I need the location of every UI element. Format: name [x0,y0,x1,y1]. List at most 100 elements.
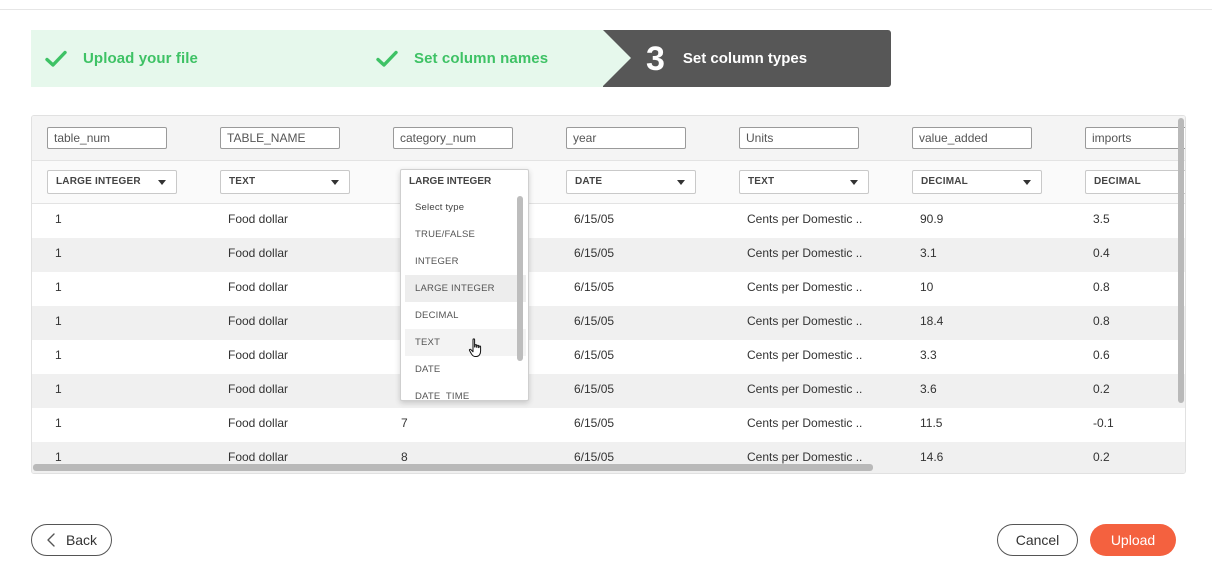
table-cell: 3.6 [920,382,937,396]
caret-down-icon [331,180,339,185]
stepper-arrow [603,30,631,86]
column-name-input[interactable]: imports [1085,127,1185,149]
dropdown-option[interactable]: DECIMAL [405,302,526,329]
table-cell: 3.1 [920,246,937,260]
column-type-select[interactable]: DATE [566,170,696,194]
step-upload-file: Upload your file [45,30,198,87]
table-row: 1 Food dollar 6/15/05 Cents per Domestic… [32,374,1185,408]
table-cell: 11.5 [920,416,943,430]
table-cell: 0.8 [1093,314,1110,328]
table-cell: Food dollar [228,212,289,226]
table-row: 1 Food dollar 6/15/05 Cents per Domestic… [32,272,1185,306]
column-type-select[interactable]: DECIMAL [1085,170,1185,194]
cancel-button[interactable]: Cancel [997,524,1078,556]
table-cell: 1 [55,348,62,362]
table-cell: Food dollar [228,314,289,328]
table-cell: 3.3 [920,348,937,362]
table-cell: Food dollar [228,246,289,260]
column-type-select[interactable]: DECIMAL [912,170,1042,194]
step-label: Set column types [682,50,808,67]
dropdown-option[interactable]: DATE_TIME [405,383,526,400]
table-cell: 1 [55,382,62,396]
table-cell: 6/15/05 [574,416,615,430]
table-cell: 3.5 [1093,212,1110,226]
table-cell: 6/15/05 [574,348,615,362]
back-button[interactable]: Back [31,524,112,556]
upload-button[interactable]: Upload [1090,524,1176,556]
table-cell: Food dollar [228,348,289,362]
select-value: LARGE INTEGER [56,176,141,187]
dropdown-option[interactable]: DATE [405,356,526,383]
table-row: 1 Food dollar 7 6/15/05 Cents per Domest… [32,408,1185,442]
table-cell: 1 [55,246,62,260]
column-name-input[interactable]: table_num [47,127,167,149]
import-stepper: Upload your file Set column names 3 Set … [31,30,891,87]
chevron-left-icon [47,533,55,547]
column-name-input[interactable]: Units [739,127,859,149]
caret-down-icon [158,180,166,185]
step-label: Set column names [414,50,549,67]
table-cell: 6/15/05 [574,246,615,260]
table-cell: Cents per Domestic .. [747,348,863,362]
table-cell: Cents per Domestic .. [747,382,863,396]
table-cell: 90.9 [920,212,944,226]
table-cell: 6/15/05 [574,314,615,328]
table-cell: 10 [920,280,934,294]
table-cell: Cents per Domestic .. [747,280,863,294]
table-cell: 6/15/05 [574,212,615,226]
table-cell: 0.2 [1093,450,1110,464]
table-cell: 7 [401,416,408,430]
column-type-header: LARGE INTEGER TEXT DATE TEXT DECIMAL DEC… [32,161,1185,204]
select-value: DECIMAL [1094,176,1141,187]
column-name-input[interactable]: year [566,127,686,149]
vertical-scrollbar[interactable] [1178,118,1184,403]
dropdown-scrollbar[interactable] [517,196,523,361]
column-name-input[interactable]: TABLE_NAME [220,127,340,149]
table-cell: 0.4 [1093,246,1110,260]
table-cell: 6/15/05 [574,382,615,396]
table-row: 1 Food dollar 6/15/05 Cents per Domestic… [32,306,1185,340]
table-cell: 0.2 [1093,382,1110,396]
back-label: Back [65,532,98,548]
table-cell: 1 [55,416,62,430]
dropdown-option-hovered[interactable]: TEXT [405,329,526,356]
table-row: 1 Food dollar 6/15/05 Cents per Domestic… [32,204,1185,238]
dropdown-option[interactable]: Select type [405,194,526,221]
table-cell: -0.1 [1093,416,1114,430]
select-value: TEXT [229,176,256,187]
check-icon [45,50,67,67]
dropdown-current-value[interactable]: LARGE INTEGER [401,170,528,194]
caret-down-icon [677,180,685,185]
column-name-header: table_num TABLE_NAME category_num year U… [32,116,1185,161]
table-row: 1 Food dollar 6/15/05 Cents per Domestic… [32,238,1185,272]
data-preview-table: table_num TABLE_NAME category_num year U… [31,115,1186,474]
step-set-column-names: Set column names [376,30,548,87]
caret-down-icon [850,180,858,185]
dropdown-option[interactable]: TRUE/FALSE [405,221,526,248]
table-cell: Cents per Domestic .. [747,246,863,260]
dropdown-options: Select type TRUE/FALSE INTEGER LARGE INT… [401,194,528,400]
table-cell: 1 [55,212,62,226]
table-cell: 18.4 [920,314,944,328]
column-name-input[interactable]: value_added [912,127,1032,149]
column-type-dropdown[interactable]: LARGE INTEGER Select type TRUE/FALSE INT… [400,169,529,401]
column-type-select[interactable]: LARGE INTEGER [47,170,177,194]
table-cell: Cents per Domestic .. [747,416,863,430]
step-number: 3 [646,39,665,78]
select-value: DATE [575,176,603,187]
dropdown-option-selected[interactable]: LARGE INTEGER [405,275,526,302]
table-cell: Cents per Domestic .. [747,314,863,328]
horizontal-scrollbar[interactable] [33,464,873,471]
column-name-input[interactable]: category_num [393,127,513,149]
dropdown-option[interactable]: INTEGER [405,248,526,275]
column-type-select[interactable]: TEXT [220,170,350,194]
select-value: DECIMAL [921,176,968,187]
check-icon [376,50,398,67]
column-type-select[interactable]: TEXT [739,170,869,194]
table-cell: Food dollar [228,416,289,430]
table-cell: Food dollar [228,280,289,294]
table-cell: 0.8 [1093,280,1110,294]
step-set-column-types: 3 Set column types [646,30,807,87]
caret-down-icon [1023,180,1031,185]
table-cell: 6/15/05 [574,280,615,294]
